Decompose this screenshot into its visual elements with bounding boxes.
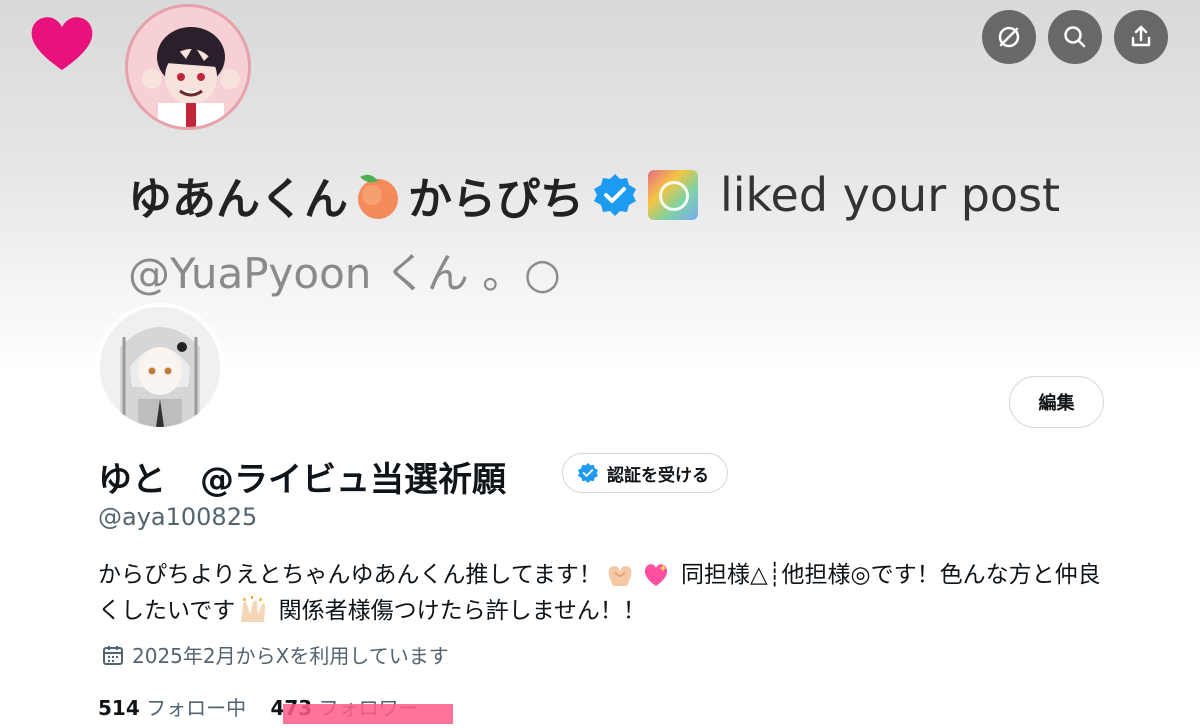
profile-avatar[interactable] — [96, 303, 224, 431]
bio-text: からぴちよりえとちゃんゆあんくん推してます！ — [98, 562, 602, 588]
peach-icon — [358, 174, 398, 219]
username-handle: @aya100825 — [98, 503, 258, 531]
verified-badge-icon — [594, 174, 636, 216]
notification-avatar — [125, 4, 251, 130]
app-badge-icon — [648, 170, 698, 220]
following-count: 514 — [98, 696, 140, 720]
get-verified-label: 認証を受ける — [607, 465, 709, 486]
following-label: フォロー中 — [146, 696, 247, 720]
notification-action: liked your post — [720, 168, 1061, 222]
redaction-highlight — [283, 704, 453, 724]
joined-date: 2025年2月からXを利用しています — [102, 640, 449, 669]
share-icon[interactable] — [1114, 10, 1168, 64]
profile-bio: からぴちよりえとちゃんゆあんくん推してます！ 同担様△┊他担様◎です！色んな方と… — [98, 557, 1108, 629]
get-verified-button[interactable]: 認証を受ける — [562, 453, 728, 493]
heart-hands-icon — [608, 566, 632, 586]
calendar-icon — [103, 645, 123, 665]
verified-badge-icon — [577, 462, 599, 484]
edit-profile-button[interactable]: 編集 — [1009, 376, 1104, 428]
hide-icon[interactable] — [982, 10, 1036, 64]
raising-hands-icon — [241, 596, 266, 622]
display-name: ゆと @ライビュ当選祈願 — [98, 460, 506, 500]
heart-icon — [31, 17, 93, 70]
search-icon[interactable] — [1048, 10, 1102, 64]
following-link[interactable]: 514 フォロー中 — [98, 692, 246, 721]
joined-text: 2025年2月からXを利用しています — [132, 644, 449, 668]
sparkling-heart-icon — [644, 564, 667, 586]
notification-handle: @YuaPyoon くん 。○ — [128, 249, 561, 298]
bio-text: 関係者様傷つけたら許しません！！ — [278, 598, 646, 624]
notification-user-suffix: からぴち — [408, 174, 584, 225]
notification-text: ゆあんくん からぴち liked your post — [128, 160, 1060, 230]
notification-user-name: ゆあんくん — [128, 174, 348, 225]
